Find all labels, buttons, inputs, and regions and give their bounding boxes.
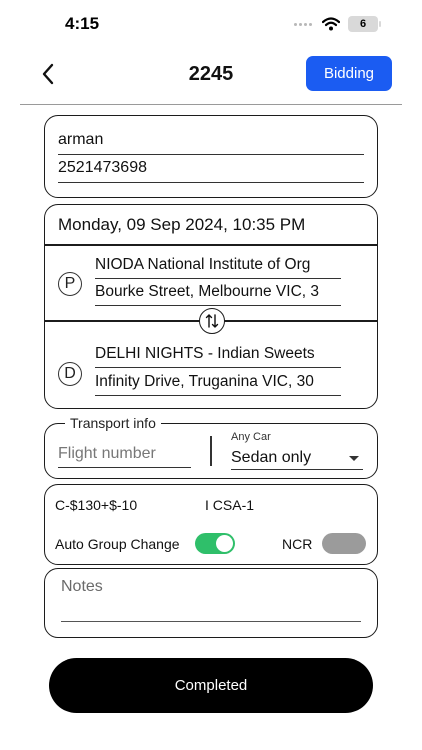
pickup-badge-icon: P <box>58 272 82 296</box>
transport-info-legend: Transport info <box>65 415 161 431</box>
swap-locations-button[interactable] <box>199 308 225 334</box>
dropoff-place-field[interactable]: DELHI NIGHTS - Indian Sweets <box>95 342 341 368</box>
notes-input[interactable] <box>61 578 361 622</box>
csa-value[interactable]: I CSA-1 <box>205 497 254 513</box>
wifi-icon <box>322 17 340 31</box>
status-icons: 6 <box>294 16 381 32</box>
ncr-toggle[interactable] <box>322 533 366 554</box>
toggle-knob <box>216 535 233 552</box>
battery-icon: 6 <box>348 16 381 32</box>
battery-level: 6 <box>359 18 367 30</box>
dropoff-address-field[interactable]: Infinity Drive, Truganina VIC, 30 <box>95 370 341 396</box>
status-time: 4:15 <box>65 14 100 33</box>
pickup-address-field[interactable]: Bourke Street, Melbourne VIC, 3 <box>95 280 341 306</box>
trip-datetime[interactable]: Monday, 09 Sep 2024, 10:35 PM <box>58 215 305 235</box>
car-type-value: Sedan only <box>231 449 312 466</box>
contact-card: arman 2521473698 <box>44 115 378 198</box>
nav-bar: 2245 Bidding <box>0 52 422 96</box>
bidding-button[interactable]: Bidding <box>306 56 392 91</box>
transport-info-card: Transport info Any Car Sedan only <box>44 415 378 479</box>
trip-divider <box>45 244 377 246</box>
ncr-label: NCR <box>282 536 313 552</box>
car-type-select[interactable]: Sedan only <box>231 446 363 470</box>
back-button[interactable] <box>34 58 62 90</box>
transport-divider <box>210 436 212 466</box>
customer-phone-field[interactable]: 2521473698 <box>58 157 364 183</box>
swap-vertical-icon <box>205 314 219 328</box>
signal-dots-icon <box>294 22 312 26</box>
status-bar: 4:15 6 <box>0 0 422 50</box>
chevron-left-icon <box>42 63 54 85</box>
auto-group-change-toggle[interactable] <box>195 533 235 554</box>
header-divider <box>20 104 402 105</box>
auto-group-change-label: Auto Group Change <box>55 536 180 552</box>
pickup-place-field[interactable]: NIODA National Institute of Org <box>95 253 341 279</box>
notes-card <box>44 568 378 638</box>
customer-name-field[interactable]: arman <box>58 129 364 155</box>
dropoff-badge-icon: D <box>58 362 82 386</box>
completed-button[interactable]: Completed <box>49 658 373 713</box>
flight-number-input[interactable] <box>58 440 191 468</box>
car-type-label: Any Car <box>231 431 271 443</box>
fare-value[interactable]: C-$130+$-10 <box>55 497 137 513</box>
fare-options-card: C-$130+$-10 I CSA-1 Auto Group Change NC… <box>44 484 378 565</box>
chevron-down-icon <box>349 456 359 461</box>
trip-card: Monday, 09 Sep 2024, 10:35 PM P NIODA Na… <box>44 204 378 409</box>
